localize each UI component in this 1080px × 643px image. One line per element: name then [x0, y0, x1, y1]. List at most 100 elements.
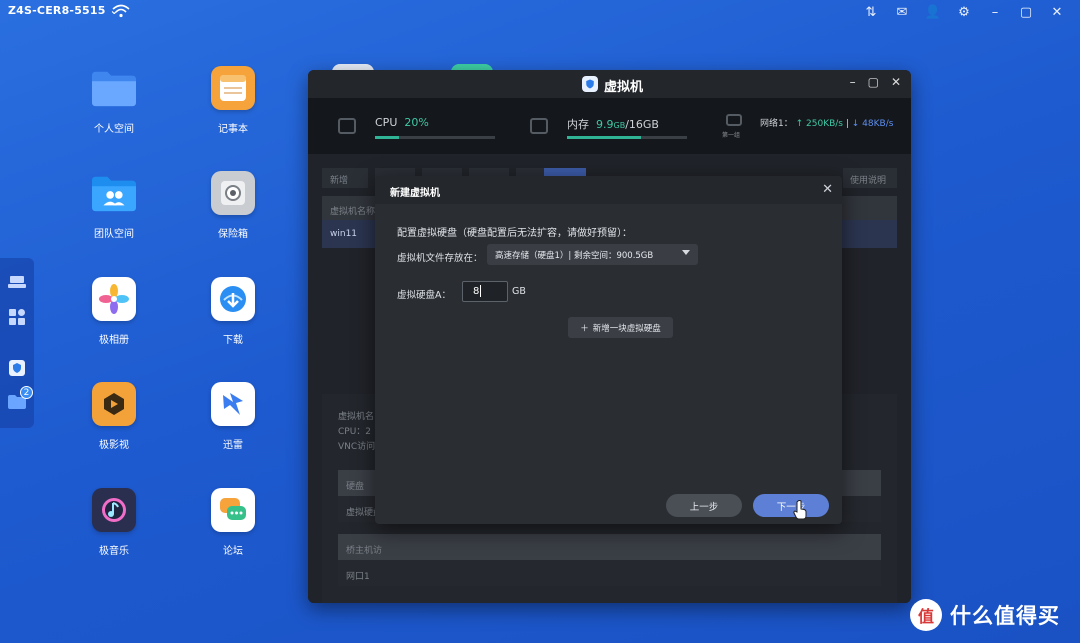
bridge-section-title: 桥主机访 — [346, 546, 383, 556]
port-row-label: 网口1 — [346, 572, 370, 582]
app-download[interactable]: 下载 — [193, 277, 273, 346]
memory-label: 内存 — [567, 118, 589, 131]
network-icon — [726, 114, 742, 126]
maximize-icon[interactable]: ▢ — [1017, 4, 1035, 20]
apps-grid-icon[interactable] — [7, 307, 27, 327]
app-music[interactable]: 极音乐 — [74, 488, 154, 557]
new-vm-dialog: 新建虚拟机 ✕ 配置虚拟硬盘（硬盘配置后无法扩容，请做好预留）： 虚拟机文件存放… — [375, 176, 842, 524]
dialog-title: 新建虚拟机 — [390, 188, 440, 199]
app-label: 记事本 — [218, 124, 248, 135]
app-video[interactable]: 极影视 — [74, 382, 154, 451]
vm-row-name: win11 — [330, 229, 358, 239]
next-step-button[interactable]: 下一步 — [753, 494, 829, 517]
forum-icon — [211, 488, 255, 532]
photos-icon — [92, 277, 136, 321]
app-thunder[interactable]: 迅雷 — [193, 382, 273, 451]
vm-shield-icon[interactable] — [7, 358, 27, 378]
network-group-caption: 第一组 — [722, 132, 741, 139]
minimize-icon[interactable]: – — [986, 4, 1004, 20]
detail-cpu: CPU：2 — [338, 427, 372, 437]
dialog-header: 新建虚拟机 ✕ — [375, 176, 842, 204]
notification-badge: 2 — [20, 386, 33, 399]
close-icon[interactable]: ✕ — [822, 182, 833, 197]
window-minimize-icon[interactable]: – — [850, 75, 856, 89]
add-virtual-disk-button[interactable]: ＋ 新增一块虚拟硬盘 — [568, 317, 673, 338]
memory-unit: GB — [613, 121, 626, 130]
app-notepad[interactable]: 记事本 — [193, 66, 273, 135]
bridge-section-header: 桥主机访 — [338, 534, 881, 560]
text-cursor — [480, 285, 482, 297]
thunder-icon — [211, 382, 255, 426]
chevron-down-icon — [682, 250, 690, 255]
new-vm-button[interactable]: 新增 — [322, 168, 368, 188]
vm-titlebar: 虚拟机 – ▢ ✕ — [308, 70, 911, 98]
folder-icon — [92, 66, 136, 110]
new-vm-label: 新增 — [330, 176, 349, 186]
app-label: 下载 — [223, 335, 243, 346]
top-bar: Z4S-CER8-5515 ⌄ ⇅ ✉ 👤 ⚙ – ▢ ✕ — [0, 0, 1080, 24]
detail-vnc: VNC访问 — [338, 442, 376, 452]
mail-icon[interactable]: ✉ — [893, 4, 911, 20]
app-photos[interactable]: 极相册 — [74, 277, 154, 346]
close-icon[interactable]: ✕ — [1048, 4, 1066, 20]
resource-stats: CPU 20% 内存 9.9GB/16GB 第一组 网络1： ↑ 250KB/s… — [308, 98, 911, 154]
sort-icon[interactable]: ⇅ — [862, 4, 880, 20]
app-label: 极音乐 — [99, 546, 129, 557]
app-label: 极相册 — [99, 335, 129, 346]
hand-cursor-icon — [793, 500, 807, 520]
network-label: 网络1： — [760, 119, 793, 129]
window-close-icon[interactable]: ✕ — [891, 75, 901, 89]
site-watermark: 值 什么值得买 — [910, 598, 1070, 632]
safe-icon — [211, 171, 255, 215]
cpu-usage-bar — [375, 136, 495, 139]
help-label: 使用说明 — [850, 176, 887, 186]
storage-location-label: 虚拟机文件存放在： — [397, 253, 483, 264]
previous-step-label: 上一步 — [689, 501, 719, 513]
notepad-icon — [211, 66, 255, 110]
memory-stat: 内存 9.9GB/16GB — [567, 116, 659, 132]
device-name-label: Z4S-CER8-5515 — [8, 4, 106, 17]
disk-a-label: 虚拟硬盘A： — [397, 290, 451, 301]
memory-icon — [530, 118, 548, 134]
gear-icon[interactable]: ⚙ — [955, 4, 973, 20]
network-stat: 网络1： ↑ 250KB/s | ↓ 48KB/s — [760, 119, 894, 129]
drive-icon[interactable] — [7, 272, 27, 292]
add-disk-label: 新增一块虚拟硬盘 — [592, 323, 661, 334]
memory-usage-bar — [567, 136, 687, 139]
download-icon — [211, 277, 255, 321]
vm-window-title: 虚拟机 — [604, 80, 644, 95]
user-icon[interactable]: 👤 — [924, 4, 942, 20]
disk-section-title: 硬盘 — [346, 482, 365, 492]
app-label: 团队空间 — [94, 229, 134, 240]
app-label: 保险箱 — [218, 229, 248, 240]
watermark-logo-char: 值 — [917, 607, 934, 626]
col-vm-name: 虚拟机名称 — [330, 207, 376, 217]
app-safe[interactable]: 保险箱 — [193, 171, 273, 240]
network-down: ↓ 48KB/s — [851, 119, 894, 129]
disk-a-size-value: 8 — [473, 286, 480, 297]
music-icon — [92, 488, 136, 532]
app-team-space[interactable]: 团队空间 — [74, 171, 154, 240]
previous-step-button[interactable]: 上一步 — [666, 494, 742, 517]
side-dock: 2 — [0, 258, 34, 428]
plus-icon: ＋ — [580, 323, 589, 334]
memory-usage-fill — [567, 136, 642, 139]
storage-location-select[interactable]: 高速存储（硬盘1）| 剩余空间：900.5GB — [487, 244, 698, 265]
cpu-usage-fill — [375, 136, 399, 139]
help-button[interactable]: 使用说明 — [843, 168, 897, 188]
app-forum[interactable]: 论坛 — [193, 488, 273, 557]
app-label: 迅雷 — [223, 440, 243, 451]
cpu-icon — [338, 118, 356, 134]
app-label: 个人空间 — [94, 124, 134, 135]
window-maximize-icon[interactable]: ▢ — [868, 75, 879, 89]
app-personal-space[interactable]: 个人空间 — [74, 66, 154, 135]
team-folder-icon — [92, 171, 136, 215]
port-row: 网口1 — [338, 560, 881, 586]
disk-a-size-input[interactable]: 8 — [462, 281, 508, 302]
memory-total: /16GB — [625, 118, 659, 131]
disk-config-heading: 配置虚拟硬盘（硬盘配置后无法扩容，请做好预留）： — [397, 228, 632, 239]
cpu-label: CPU — [375, 116, 398, 129]
storage-location-value: 高速存储（硬盘1）| 剩余空间：900.5GB — [495, 251, 654, 261]
app-label: 论坛 — [223, 546, 243, 557]
device-name-dropdown[interactable]: Z4S-CER8-5515 ⌄ — [8, 4, 119, 17]
